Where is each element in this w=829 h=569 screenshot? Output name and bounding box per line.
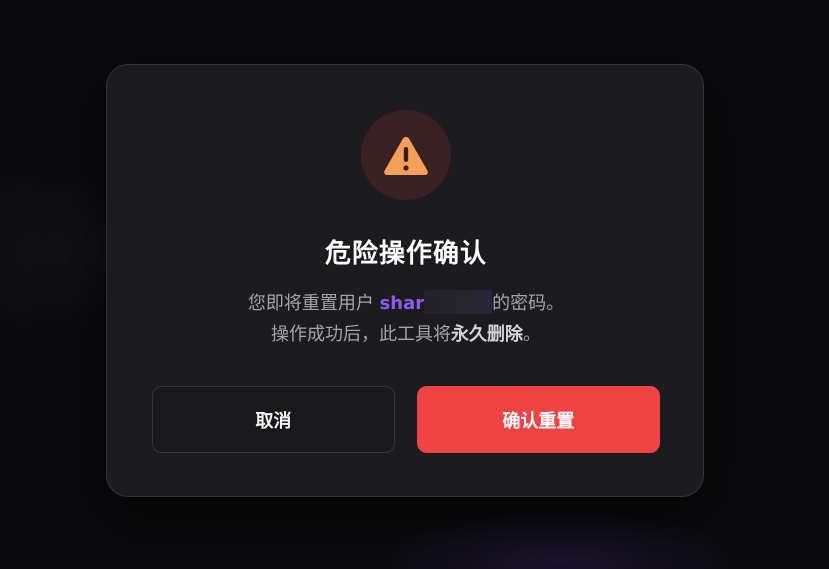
message-line-2: 操作成功后，此工具将永久删除。 [107, 319, 705, 350]
message-line1-suffix: 的密码。 [492, 293, 565, 314]
confirm-dialog: 危险操作确认 您即将重置用户 shar 的密码。 操作成功后，此工具将永久删除。 … [106, 64, 704, 497]
message-line1-prefix: 您即将重置用户 [247, 293, 374, 314]
confirm-reset-button-label: 确认重置 [502, 410, 575, 432]
redacted-username-block [424, 290, 493, 314]
message-line2-suffix: 。 [523, 324, 541, 345]
message-line-1: 您即将重置用户 shar 的密码。 [107, 288, 705, 319]
username: shar [379, 293, 425, 314]
permanent-delete-emphasis: 永久删除 [451, 324, 523, 345]
dialog-message: 您即将重置用户 shar 的密码。 操作成功后，此工具将永久删除。 [107, 288, 705, 350]
dialog-title: 危险操作确认 [324, 239, 487, 269]
cancel-button[interactable]: 取消 [152, 386, 395, 453]
warning-icon [384, 137, 428, 175]
warning-icon-container [361, 110, 451, 200]
cancel-button-label: 取消 [255, 410, 292, 432]
confirm-reset-button[interactable]: 确认重置 [417, 386, 660, 453]
message-line2-prefix: 操作成功后，此工具将 [271, 324, 451, 345]
